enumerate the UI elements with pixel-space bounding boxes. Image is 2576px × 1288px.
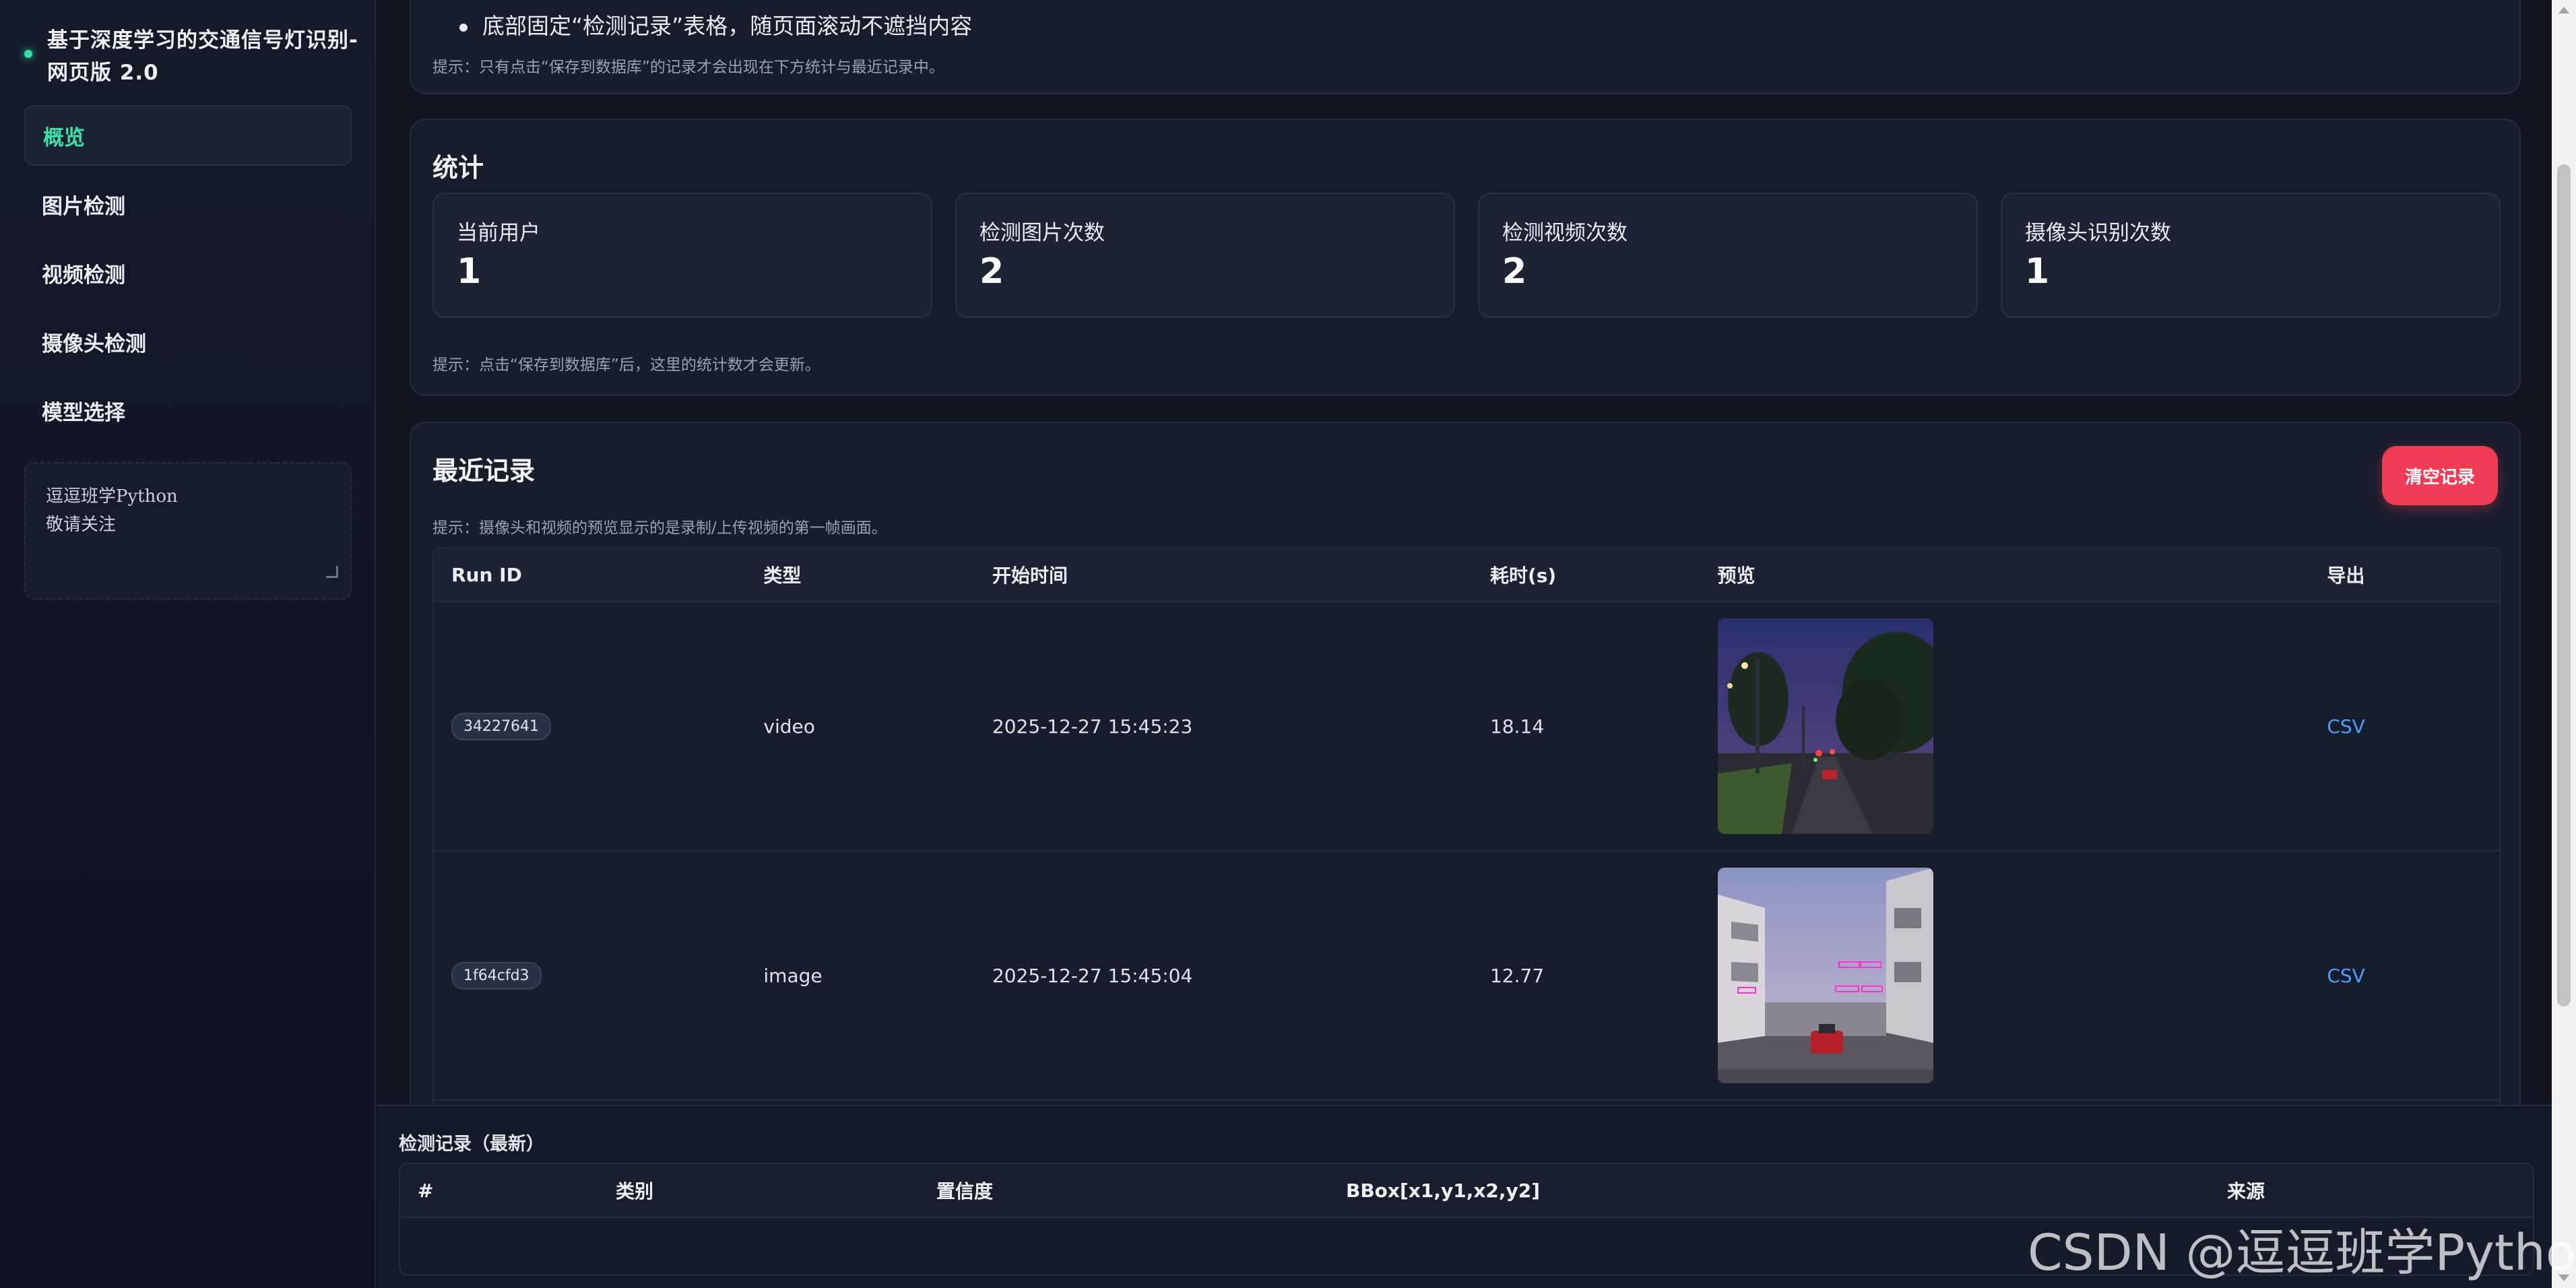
stats-card: 统计 当前用户 1 检测图片次数 2 检测视频次数 2 摄像头识别次数 1 提示… [410, 119, 2521, 396]
cell-start-time: 2025-12-27 15:45:23 [992, 715, 1193, 738]
stat-label: 当前用户 [457, 221, 540, 245]
video-preview-thumbnail[interactable] [1717, 618, 1933, 834]
table-row: 34227641 video 2025-12-27 15:45:23 18.14 [434, 602, 2499, 851]
sidebar: 基于深度学习的交通信号灯识别-网页版 2.0 概览 图片检测 视频检测 摄像头检… [0, 0, 376, 1288]
sidebar-nav: 概览 图片检测 视频检测 摄像头检测 模型选择 [24, 105, 352, 449]
cell-elapsed: 18.14 [1489, 715, 1545, 738]
watermark: CSDN @逗逗班学Python [2028, 1224, 2576, 1282]
info-card: 底部固定“检测记录”表格，随页面滚动不遮挡内容 提示：只有点击“保存到数据库”的… [410, 0, 2521, 94]
col-run-id: Run ID [451, 563, 522, 586]
col-confidence: 置信度 [936, 1180, 994, 1202]
stats-hint: 提示：点击“保存到数据库”后，这里的统计数才会更新。 [432, 356, 820, 374]
resize-grip-icon[interactable] [326, 566, 338, 578]
detection-records-title: 检测记录（最新） [399, 1134, 544, 1155]
save-hint: 提示：只有点击“保存到数据库”的记录才会出现在下方统计与最近记录中。 [432, 59, 944, 76]
table-row: 1f64cfd3 image 2025-12-27 15:45:04 12.77 [434, 851, 2499, 1101]
stat-label: 检测图片次数 [979, 221, 1105, 245]
cell-elapsed: 12.77 [1489, 964, 1545, 987]
col-start-time: 开始时间 [992, 565, 1068, 587]
nav-item-overview[interactable]: 概览 [24, 105, 352, 166]
run-id-badge: 34227641 [451, 712, 551, 740]
col-preview: 预览 [1717, 565, 1756, 587]
nav-item-image-detect[interactable]: 图片检测 [24, 174, 352, 234]
recent-hint: 提示：摄像头和视频的预览显示的是录制/上传视频的第一帧画面。 [432, 519, 887, 537]
bullet-icon [459, 23, 468, 32]
col-elapsed: 耗时(s) [1489, 565, 1557, 587]
scroll-up-icon[interactable] [2558, 7, 2569, 13]
nav-item-video-detect[interactable]: 视频检测 [24, 243, 352, 303]
table-header: Run ID 类型 开始时间 耗时(s) 预览 导出 [434, 548, 2499, 602]
stat-camera-count: 摄像头识别次数 1 [2001, 193, 2501, 318]
col-index: # [418, 1179, 434, 1202]
col-source: 来源 [2227, 1180, 2265, 1202]
status-dot-icon [24, 50, 32, 58]
clear-records-button[interactable]: 清空记录 [2382, 446, 2498, 505]
nav-item-camera-detect[interactable]: 摄像头检测 [24, 311, 352, 372]
note-textarea[interactable]: 逗逗班学Python 敬请关注 [24, 462, 352, 600]
cell-start-time: 2025-12-27 15:45:04 [992, 964, 1193, 987]
col-type: 类型 [763, 565, 802, 587]
page-scrollbar[interactable] [2552, 0, 2576, 1288]
stats-title: 统计 [432, 153, 484, 183]
bullet-text: 底部固定“检测记录”表格，随页面滚动不遮挡内容 [482, 13, 973, 39]
cell-type: video [763, 715, 815, 738]
cell-preview [1717, 868, 2327, 1083]
stat-value: 2 [1502, 251, 1527, 292]
stat-label: 摄像头识别次数 [2025, 221, 2171, 245]
recent-card: 最近记录 清空记录 提示：摄像头和视频的预览显示的是录制/上传视频的第一帧画面。… [410, 422, 2521, 1163]
cell-export: CSV [2327, 965, 2499, 987]
scrollbar-thumb[interactable] [2557, 164, 2571, 1006]
cell-preview [1717, 618, 2327, 834]
main-content: 底部固定“检测记录”表格，随页面滚动不遮挡内容 提示：只有点击“保存到数据库”的… [377, 0, 2552, 1288]
cell-run-id: 34227641 [434, 712, 763, 740]
table-header: # 类别 置信度 BBox[x1,y1,x2,y2] 来源 [400, 1164, 2533, 1218]
stat-value: 1 [2025, 251, 2050, 292]
col-bbox: BBox[x1,y1,x2,y2] [1346, 1179, 1541, 1202]
export-csv-link[interactable]: CSV [2327, 965, 2364, 987]
run-id-badge: 1f64cfd3 [451, 961, 542, 990]
stat-value: 1 [457, 251, 482, 292]
stat-current-user: 当前用户 1 [432, 193, 932, 318]
cell-type: image [763, 964, 823, 987]
recent-table: Run ID 类型 开始时间 耗时(s) 预览 导出 34227641 vide… [432, 547, 2501, 1160]
col-class: 类别 [616, 1180, 654, 1202]
stat-label: 检测视频次数 [1502, 221, 1628, 245]
recent-title: 最近记录 [432, 456, 536, 486]
stat-image-count: 检测图片次数 2 [955, 193, 1455, 318]
stat-value: 2 [979, 251, 1004, 292]
bullet-item: 底部固定“检测记录”表格，随页面滚动不遮挡内容 [459, 8, 972, 40]
image-preview-thumbnail[interactable] [1717, 868, 1933, 1083]
stat-video-count: 检测视频次数 2 [1478, 193, 1978, 318]
nav-item-model-select[interactable]: 模型选择 [24, 380, 352, 441]
cell-export: CSV [2327, 715, 2499, 738]
export-csv-link[interactable]: CSV [2327, 715, 2364, 738]
app-title: 基于深度学习的交通信号灯识别-网页版 2.0 [47, 28, 358, 85]
cell-run-id: 1f64cfd3 [434, 961, 763, 990]
col-export: 导出 [2327, 565, 2365, 587]
brand: 基于深度学习的交通信号灯识别-网页版 2.0 [24, 24, 361, 89]
